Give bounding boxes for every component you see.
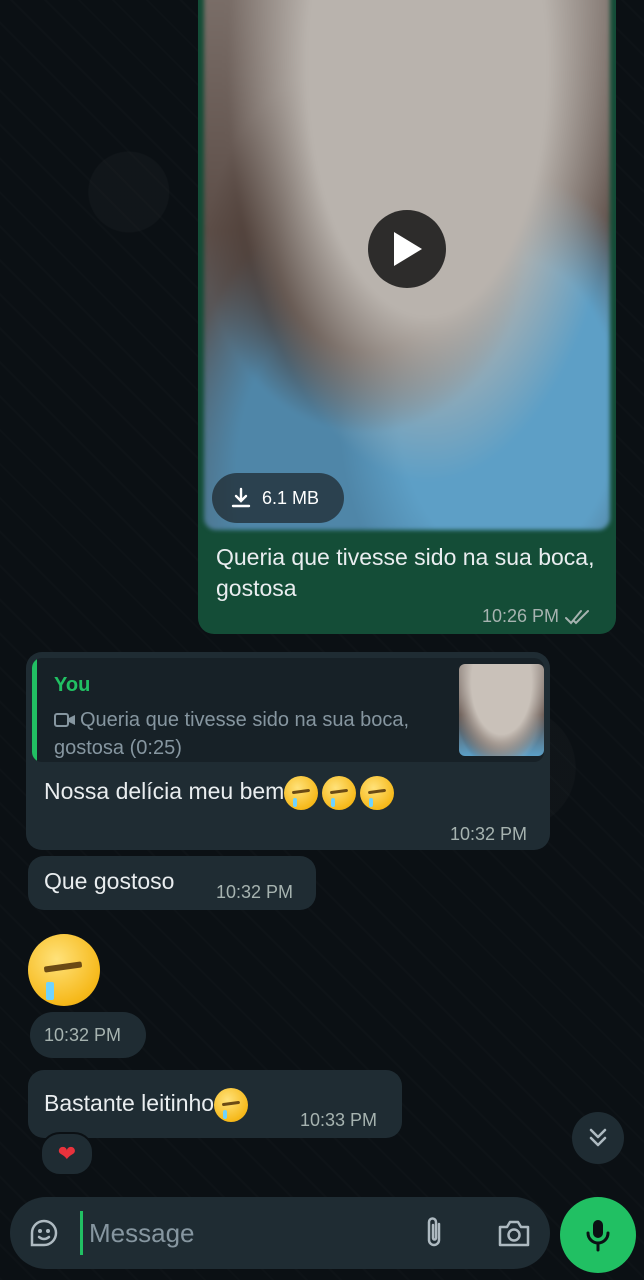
message-text: Que gostoso (44, 868, 175, 894)
drooling-face-emoji (360, 776, 395, 810)
message-text: Bastante leitinho (44, 1088, 249, 1122)
download-icon (231, 487, 251, 508)
incoming-text-message[interactable]: Que gostoso 10:32 PM (28, 856, 316, 910)
message-text: Nossa delícia meu bem (44, 776, 395, 810)
scroll-to-bottom-button[interactable] (572, 1112, 624, 1164)
drooling-face-emoji (284, 776, 319, 810)
incoming-text-message[interactable]: Bastante leitinho 10:33 PM (28, 1070, 402, 1138)
heart-reaction[interactable]: ❤ (40, 1132, 94, 1176)
sticker-button[interactable] (26, 1215, 62, 1251)
microphone-icon (586, 1220, 610, 1252)
outgoing-video-message[interactable]: 6.1 MB Queria que tivesse sido na sua bo… (198, 0, 616, 634)
quote-accent-bar (32, 658, 37, 762)
double-chevron-down-icon (589, 1128, 607, 1147)
message-meta: 10:26 PM (482, 606, 591, 627)
attach-button[interactable] (416, 1215, 452, 1251)
message-time: 10:32 PM (450, 824, 528, 844)
message-time: 10:26 PM (482, 606, 560, 626)
camera-icon (498, 1220, 530, 1247)
quote-thumbnail (459, 664, 544, 756)
file-size: 6.1 MB (262, 487, 320, 508)
message-time: 10:32 PM (44, 1025, 122, 1045)
voice-message-button[interactable] (560, 1197, 636, 1273)
message-input[interactable] (80, 1211, 400, 1255)
message-time: 10:33 PM (300, 1110, 378, 1130)
quote-text: Queria que tivesse sido na sua boca, gos… (54, 709, 410, 759)
message-composer (10, 1197, 550, 1269)
quoted-message[interactable]: You Queria que tivesse sido na sua boca,… (32, 658, 544, 762)
download-button[interactable]: 6.1 MB (212, 473, 344, 523)
incoming-reply-message[interactable]: You Queria que tivesse sido na sua boca,… (26, 652, 550, 850)
video-caption: Queria que tivesse sido na sua boca, gos… (216, 544, 595, 601)
play-icon[interactable] (368, 210, 446, 288)
quote-author: You (54, 674, 91, 696)
sticker-icon (30, 1219, 58, 1247)
drooling-face-emoji (28, 934, 100, 1006)
read-receipt-icon (565, 609, 590, 624)
incoming-emoji-message[interactable] (28, 934, 100, 1006)
drooling-face-emoji (214, 1088, 249, 1122)
drooling-face-emoji (322, 776, 357, 810)
paperclip-icon (427, 1217, 441, 1247)
video-icon (54, 713, 75, 727)
emoji-time-pill: 10:32 PM (30, 1012, 146, 1058)
camera-button[interactable] (494, 1215, 534, 1251)
message-time: 10:32 PM (216, 882, 294, 902)
